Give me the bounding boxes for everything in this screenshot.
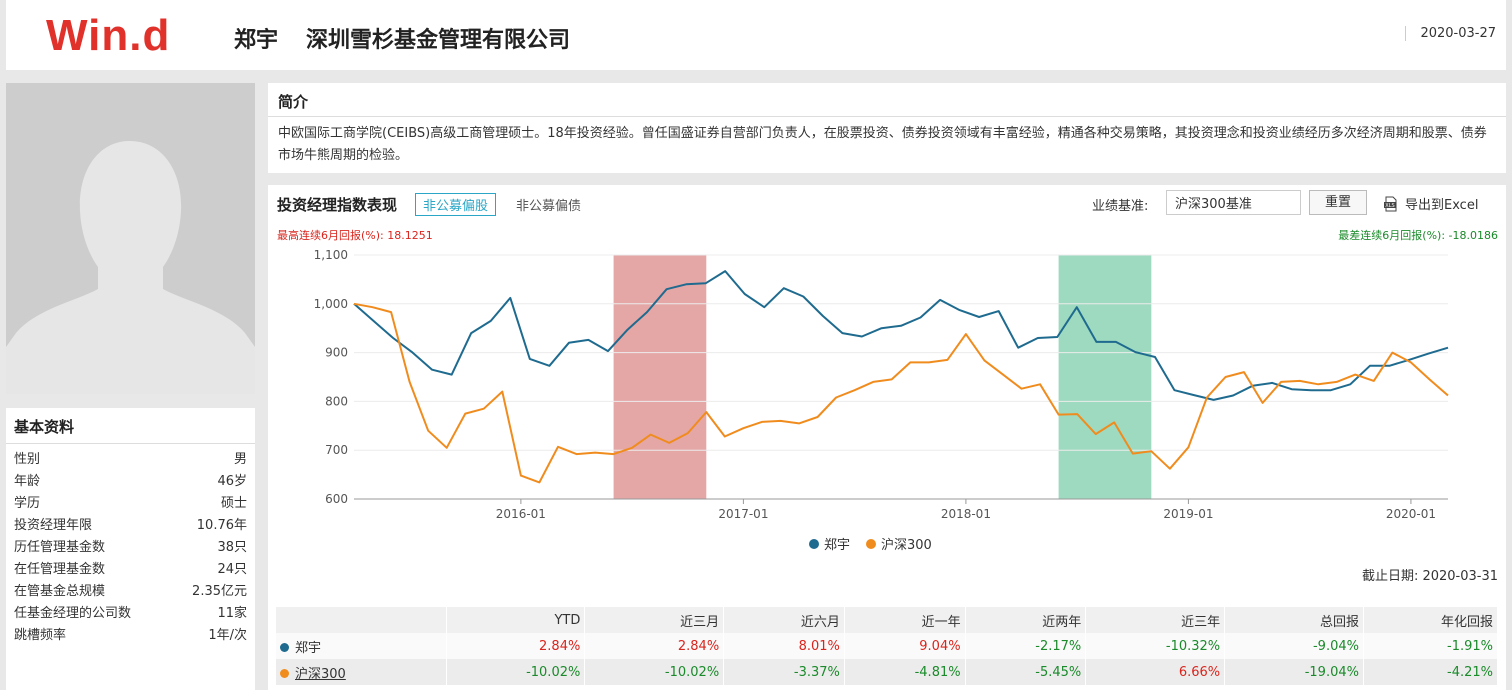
table-cell: -10.02%: [584, 659, 725, 685]
table-cell: -1.91%: [1363, 633, 1499, 659]
info-row-companies: 任基金经理的公司数 11家: [14, 606, 247, 621]
legend-label-benchmark: 沪深300: [881, 537, 932, 553]
top-bar: Win.d 郑宇 深圳雪杉基金管理有限公司 2020-03-27: [6, 0, 1506, 70]
row-name: 郑宇: [276, 633, 447, 659]
row-name: 沪深300: [276, 659, 447, 685]
benchmark-label: 业绩基准:: [1092, 199, 1149, 214]
column-header: [276, 607, 447, 633]
avatar: [6, 83, 255, 394]
table-cell: -4.21%: [1363, 659, 1499, 685]
table-cell: -10.02%: [446, 659, 586, 685]
table-header-row: YTD 近三月 近六月 近一年 近两年 近三年 总回报 年化回报: [276, 607, 1499, 633]
tab-equity-biased[interactable]: 非公募偏股: [415, 193, 497, 216]
column-header: 近两年: [965, 607, 1087, 633]
y-tick-label: 800: [325, 394, 348, 408]
table-cell: -2.17%: [965, 633, 1087, 659]
info-row-aum: 在管基金总规模 2.35亿元: [14, 584, 247, 599]
manager-name: 郑宇: [234, 28, 279, 53]
info-row-education: 学历 硕士: [14, 496, 247, 511]
returns-table: YTD 近三月 近六月 近一年 近两年 近三年 总回报 年化回报 郑宇 2.84…: [276, 607, 1499, 685]
x-tick-label: 2016-01: [496, 507, 546, 521]
column-header: 总回报: [1224, 607, 1364, 633]
manager-series-line: [353, 270, 1449, 401]
column-header: 近三年: [1085, 607, 1226, 633]
excel-icon: XLS: [1384, 196, 1397, 211]
x-tick-label: 2019-01: [1163, 507, 1213, 521]
info-row-years: 投资经理年限 10.76年: [14, 518, 247, 533]
table-cell: -9.04%: [1224, 633, 1364, 659]
table-cell: -3.37%: [723, 659, 845, 685]
cutoff-date: 截止日期: 2020-03-31: [1361, 569, 1498, 584]
series-dot-icon: [280, 642, 289, 652]
wind-logo: Win.d: [46, 11, 171, 60]
benchmark-series-line: [353, 302, 1449, 484]
table-row: 郑宇 2.84% 2.84% 8.01% 9.04% -2.17% -10.32…: [276, 633, 1499, 659]
performance-chart: 600 700 800 900 1,000 1,100 2016-01 2017-01 2018…: [314, 248, 1449, 553]
legend-marker-manager: [809, 539, 819, 549]
y-tick-label: 600: [325, 492, 348, 506]
column-header: 近一年: [844, 607, 966, 633]
tab-bond-biased[interactable]: 非公募偏债: [516, 195, 581, 214]
basic-info-panel: 基本资料 性别男 年龄 46岁 学历 硕士 投资经理年限 10.76年 历任管理基金数…: [6, 408, 255, 690]
table-cell: -10.32%: [1085, 633, 1226, 659]
company-name: 深圳雪杉基金管理有限公司: [306, 28, 571, 53]
reset-button[interactable]: 重置: [1309, 190, 1367, 215]
table-row: 沪深300 -10.02% -10.02% -3.37% -4.81% -5.4…: [276, 659, 1499, 685]
info-row-gender: 性别男: [14, 452, 247, 467]
export-excel-button[interactable]: XLS 导出到Excel: [1383, 194, 1478, 213]
y-tick-label: 700: [325, 443, 348, 457]
column-header: 近六月: [723, 607, 845, 633]
table-cell: 2.84%: [446, 633, 586, 659]
x-tick-label: 2017-01: [718, 507, 768, 521]
intro-title: 简介: [268, 83, 1506, 117]
table-cell: 2.84%: [584, 633, 725, 659]
table-cell: 6.66%: [1085, 659, 1226, 685]
basic-info-title: 基本资料: [6, 408, 255, 444]
table-cell: 9.04%: [844, 633, 966, 659]
intro-panel: 简介 中欧国际工商学院(CEIBS)高级工商管理硕士。18年投资经验。曾任国盛证…: [268, 83, 1506, 173]
info-row-past-funds: 历任管理基金数 38只: [14, 540, 247, 555]
legend-label-manager: 郑宇: [824, 538, 850, 553]
best-period-band: [613, 255, 707, 499]
worst-period-band: [1058, 255, 1152, 499]
svg-text:XLS: XLS: [1385, 203, 1394, 209]
benchmark-input[interactable]: [1166, 190, 1301, 215]
column-header: 近三月: [584, 607, 725, 633]
legend-marker-benchmark: [866, 539, 876, 549]
benchmark-link[interactable]: 沪深300: [295, 667, 346, 682]
y-tick-label: 1,000: [314, 297, 348, 311]
info-row-job-frequency: 跳槽频率 1年/次: [14, 628, 247, 643]
intro-text: 中欧国际工商学院(CEIBS)高级工商管理硕士。18年投资经验。曾任国盛证券自营…: [278, 126, 1487, 163]
series-dot-icon: [280, 668, 289, 678]
x-tick-label: 2018-01: [941, 507, 991, 521]
table-cell: -19.04%: [1224, 659, 1364, 685]
y-tick-label: 900: [325, 346, 348, 360]
report-date: 2020-03-27: [1405, 26, 1496, 41]
table-cell: 8.01%: [723, 633, 845, 659]
column-header: YTD: [446, 607, 586, 633]
column-header: 年化回报: [1363, 607, 1499, 633]
table-cell: -4.81%: [844, 659, 966, 685]
avatar-silhouette-icon: [6, 83, 255, 394]
x-tick-label: 2020-01: [1386, 507, 1436, 521]
info-row-age: 年龄 46岁: [14, 474, 247, 489]
performance-title: 投资经理指数表现: [277, 196, 398, 214]
info-row-current-funds: 在任管理基金数 24只: [14, 562, 247, 577]
y-tick-label: 1,100: [314, 248, 348, 262]
table-cell: -5.45%: [965, 659, 1087, 685]
performance-panel: 投资经理指数表现 非公募偏股 非公募偏债 业绩基准: 重置 XLS 导出到Exc…: [268, 185, 1506, 690]
